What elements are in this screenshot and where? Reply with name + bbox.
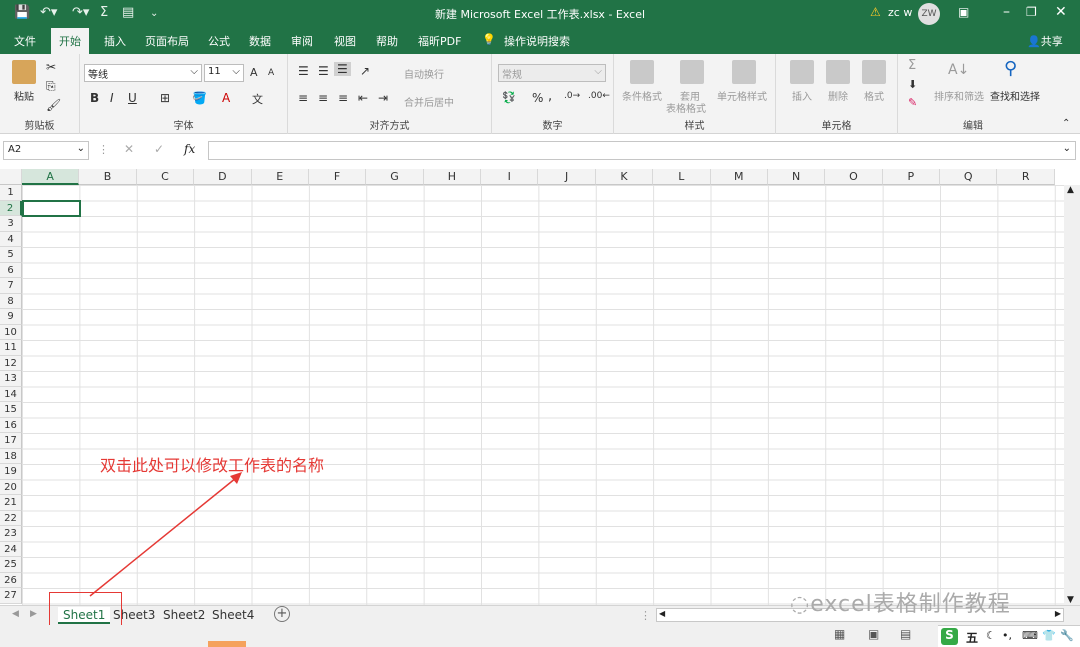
annotation-highlight-box bbox=[49, 592, 122, 629]
add-sheet-button[interactable]: + bbox=[274, 606, 290, 622]
prev-sheet-icon[interactable]: ◀ bbox=[12, 609, 19, 619]
scroll-left-icon[interactable]: ◀ bbox=[659, 609, 665, 618]
moon-icon[interactable]: ☾ bbox=[986, 629, 996, 642]
ime-toolbar: S 五 ☾ •, ⌨ 👕 🔧 bbox=[938, 625, 1080, 647]
sogou-ime-icon[interactable]: S bbox=[941, 628, 958, 645]
next-sheet-icon[interactable]: ▶ bbox=[30, 609, 37, 619]
page-break-view-icon[interactable]: ▤ bbox=[900, 627, 911, 641]
ime-mode-label[interactable]: 五 bbox=[966, 629, 978, 646]
annotation-arrow bbox=[89, 472, 242, 597]
tab-splitter-icon[interactable]: ⋮ bbox=[640, 609, 651, 622]
tools-icon[interactable]: 🔧 bbox=[1060, 629, 1074, 642]
keyboard-icon[interactable]: ⌨ bbox=[1022, 629, 1038, 642]
status-bar: ▦ ▣ ▤ S 五 ☾ •, ⌨ 👕 🔧 bbox=[0, 625, 1080, 647]
sheet-tab-sheet4[interactable]: Sheet4 bbox=[207, 607, 259, 624]
scroll-right-icon[interactable]: ▶ bbox=[1055, 609, 1061, 618]
sheet-tab-sheet2[interactable]: Sheet2 bbox=[158, 607, 210, 624]
normal-view-icon[interactable]: ▦ bbox=[834, 627, 845, 641]
taskbar-indicator bbox=[208, 641, 246, 647]
page-layout-view-icon[interactable]: ▣ bbox=[868, 627, 879, 641]
skin-icon[interactable]: 👕 bbox=[1042, 629, 1056, 642]
watermark-text: excel表格制作教程 bbox=[810, 592, 1011, 617]
wechat-icon: ◌ bbox=[790, 592, 811, 617]
punctuation-icon[interactable]: •, bbox=[1002, 629, 1012, 642]
watermark: ◌excel表格制作教程 bbox=[790, 586, 1011, 618]
